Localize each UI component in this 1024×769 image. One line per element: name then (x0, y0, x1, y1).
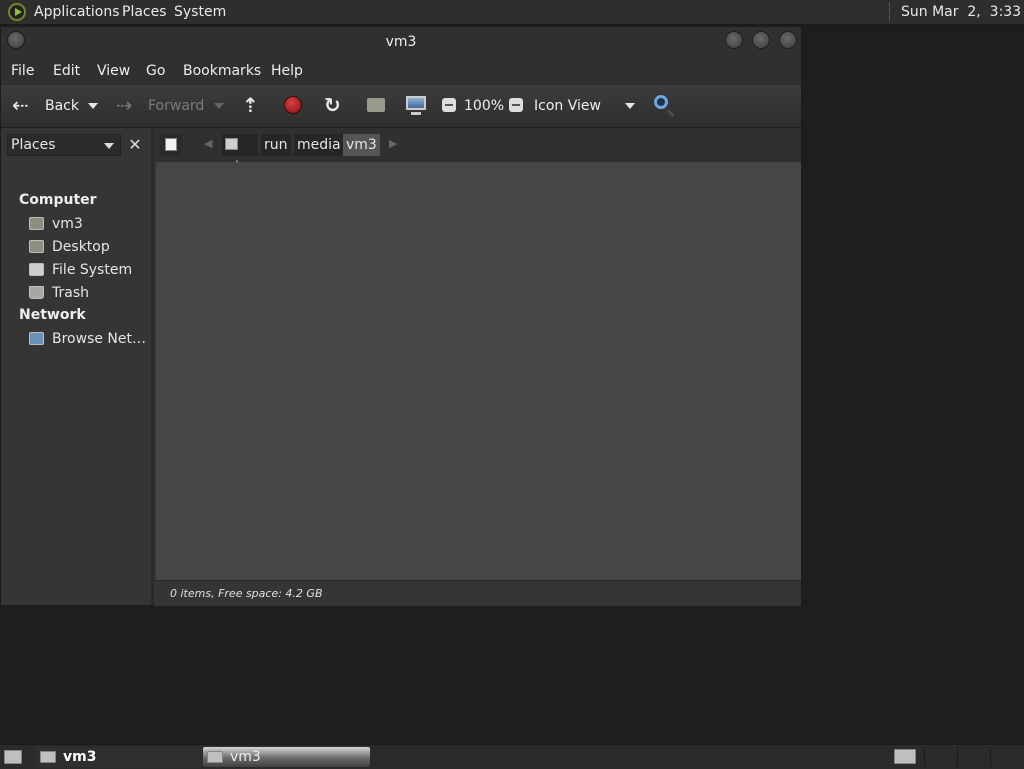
minimize-button[interactable] (725, 31, 743, 49)
reload-icon[interactable]: ↻ (324, 94, 341, 116)
computer-icon[interactable] (406, 96, 426, 115)
sidebar-item-desktop[interactable]: Desktop (29, 238, 147, 258)
zoom-level[interactable]: 100% (464, 98, 504, 114)
taskbar-window-label: vm3 (230, 749, 261, 765)
panel-separator (889, 3, 892, 21)
forward-button[interactable]: Forward (148, 98, 204, 114)
home-folder-icon[interactable] (367, 98, 385, 112)
menu-help[interactable]: Help (271, 63, 303, 79)
folder-icon (40, 751, 56, 763)
menu-applications[interactable]: Applications (34, 4, 120, 20)
sidebar-type-label: Places (11, 137, 56, 153)
location-bar: ◀ / run media vm3 ▶ (154, 128, 801, 175)
menu-go[interactable]: Go (146, 63, 165, 79)
workspace-divider (924, 747, 925, 767)
back-history-chevron-down-icon[interactable] (88, 103, 98, 109)
workspace-switcher-icon[interactable] (894, 749, 916, 764)
sidebar-item-trash[interactable]: Trash (29, 284, 147, 304)
back-arrow-icon[interactable]: ⇠ (12, 94, 29, 116)
close-button[interactable] (779, 31, 797, 49)
window-title: vm3 (385, 34, 417, 50)
menu-places[interactable]: Places (122, 4, 167, 20)
network-icon (29, 332, 44, 345)
menubar: File Edit View Go Bookmarks Help (1, 57, 801, 85)
zoom-out-icon[interactable] (442, 98, 456, 112)
menu-view[interactable]: View (97, 63, 130, 79)
toolbar: ⇠ Back ⇢ Forward ⇡ ↻ 100% Icon View (1, 85, 801, 128)
bottom-panel: vm3 vm3 (0, 744, 1024, 769)
top-panel: Applications Places System Sun Mar 2, 3:… (0, 0, 1024, 25)
taskbar-window-label: vm3 (63, 749, 97, 765)
sidebar-heading-network: Network (19, 307, 86, 323)
crumb-run[interactable]: run (261, 134, 291, 156)
sidebar-item-label: Trash (52, 285, 89, 301)
file-manager-window: vm3 File Edit View Go Bookmarks Help ⇠ B… (0, 26, 802, 606)
home-folder-icon (29, 217, 44, 230)
crumb-root[interactable]: / (222, 134, 258, 175)
taskbar-window-button-active[interactable]: vm3 (203, 747, 370, 767)
view-mode-chevron-down-icon[interactable] (625, 103, 635, 109)
chevron-down-icon (104, 143, 114, 149)
maximize-button[interactable] (752, 31, 770, 49)
crumb-scroll-right-icon[interactable]: ▶ (389, 137, 397, 150)
menu-edit[interactable]: Edit (53, 63, 80, 79)
view-mode-select[interactable]: Icon View (534, 98, 601, 114)
forward-arrow-icon: ⇢ (116, 93, 133, 117)
forward-history-chevron-down-icon (214, 103, 224, 109)
sidebar-item-browse-network[interactable]: Browse Net… (29, 330, 147, 350)
crumb-vm3[interactable]: vm3 (343, 134, 380, 156)
show-desktop-icon[interactable] (4, 750, 22, 764)
edit-location-icon[interactable] (160, 134, 182, 156)
folder-icon (207, 751, 223, 763)
status-text: 0 items, Free space: 4.2 GB (170, 587, 323, 600)
menu-file[interactable]: File (11, 63, 34, 79)
applications-logo-icon[interactable] (8, 3, 26, 21)
menu-system[interactable]: System (174, 4, 226, 20)
zoom-in-icon[interactable] (509, 98, 523, 112)
file-view-area[interactable] (156, 162, 801, 580)
sidebar-type-select[interactable]: Places (7, 134, 121, 156)
sidebar-item-label: Desktop (52, 239, 110, 255)
workspace-divider (990, 747, 991, 767)
sidebar-item-file-system[interactable]: File System (29, 261, 147, 281)
titlebar[interactable]: vm3 (1, 27, 801, 57)
sidebar: Places ✕ Computer vm3 Desktop File Syste… (1, 128, 154, 605)
sidebar-close-icon[interactable]: ✕ (125, 135, 145, 155)
up-arrow-icon[interactable]: ⇡ (242, 94, 259, 116)
trash-icon (29, 286, 44, 299)
crumb-media[interactable]: media (294, 134, 344, 156)
sidebar-item-label: vm3 (52, 216, 83, 232)
sidebar-heading-computer: Computer (19, 192, 97, 208)
sidebar-item-vm3[interactable]: vm3 (29, 215, 147, 235)
menu-bookmarks[interactable]: Bookmarks (183, 63, 261, 79)
drive-icon (225, 138, 238, 150)
desktop-folder-icon (29, 240, 44, 253)
sidebar-item-label: File System (52, 262, 133, 278)
back-button[interactable]: Back (45, 98, 79, 114)
drive-icon (29, 263, 44, 276)
clock[interactable]: Sun Mar 2, 3:33 AM (901, 4, 1024, 20)
search-icon[interactable] (654, 95, 668, 109)
workspace-divider (957, 747, 958, 767)
status-bar: 0 items, Free space: 4.2 GB (154, 580, 801, 606)
crumb-scroll-left-icon[interactable]: ◀ (204, 137, 212, 150)
stop-icon[interactable] (284, 96, 302, 114)
taskbar-window-button[interactable]: vm3 (36, 747, 202, 767)
sidebar-item-label: Browse Net… (52, 331, 147, 347)
